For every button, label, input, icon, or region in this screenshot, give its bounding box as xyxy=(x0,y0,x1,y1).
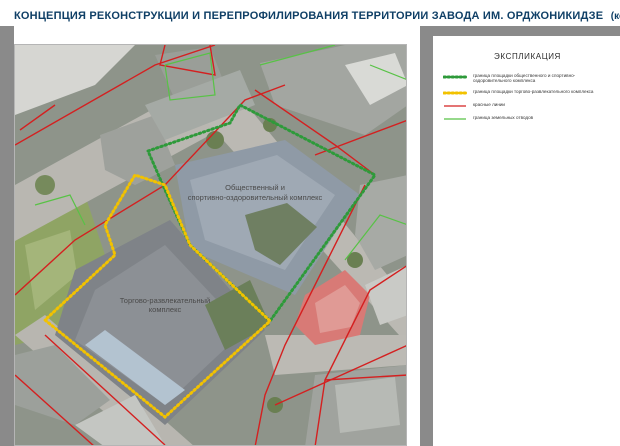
trade-complex-label-line1: Торгово-развлекательный xyxy=(120,296,210,305)
legend-label: граница площадки торгово-развлекательног… xyxy=(473,88,594,94)
red-line-icon xyxy=(443,102,467,110)
building-south-east-roof xyxy=(335,377,400,433)
title-bar: КОНЦЕПЦИЯ РЕКОНСТРУКЦИИ И ПЕРЕПРОФИЛИРОВ… xyxy=(0,0,620,26)
left-margin xyxy=(0,26,14,446)
legend-title: ЭКСПЛИКАЦИЯ xyxy=(494,52,561,61)
green-line-icon xyxy=(443,115,467,123)
aerial-map[interactable]: Общественный и спортивно-оздоровительный… xyxy=(14,44,407,446)
dotted-yellow-line-icon xyxy=(443,89,467,97)
legend-item-trade-boundary: граница площадки торгово-развлекательног… xyxy=(443,89,612,97)
page-subtitle: (корректировка) xyxy=(610,11,620,22)
tree-cluster xyxy=(35,175,55,195)
legend-label: граница земельных отводов xyxy=(473,114,534,120)
legend-item-red-lines: красные линии xyxy=(443,102,612,110)
trade-complex-label-line2: комплекс xyxy=(149,305,182,314)
public-complex-label-line2: спортивно-оздоровительный комплекс xyxy=(188,193,323,202)
aerial-map-image: Общественный и спортивно-оздоровительный… xyxy=(15,45,406,445)
page-title: КОНЦЕПЦИЯ РЕКОНСТРУКЦИИ И ПЕРЕПРОФИЛИРОВ… xyxy=(14,10,604,22)
legend-label: красные линии xyxy=(473,101,506,107)
legend-item-land-boundary: граница земельных отводов xyxy=(443,115,612,123)
legend-item-public-boundary: граница площадки общественного и спортив… xyxy=(443,73,612,84)
legend-label: граница площадки общественного и спортив… xyxy=(473,73,576,84)
legend-panel: ЭКСПЛИКАЦИЯ граница площадки общественно… xyxy=(433,36,620,446)
public-complex-label-line1: Общественный и xyxy=(225,183,285,192)
dotted-green-line-icon xyxy=(443,73,467,81)
tree-cluster xyxy=(206,131,224,149)
